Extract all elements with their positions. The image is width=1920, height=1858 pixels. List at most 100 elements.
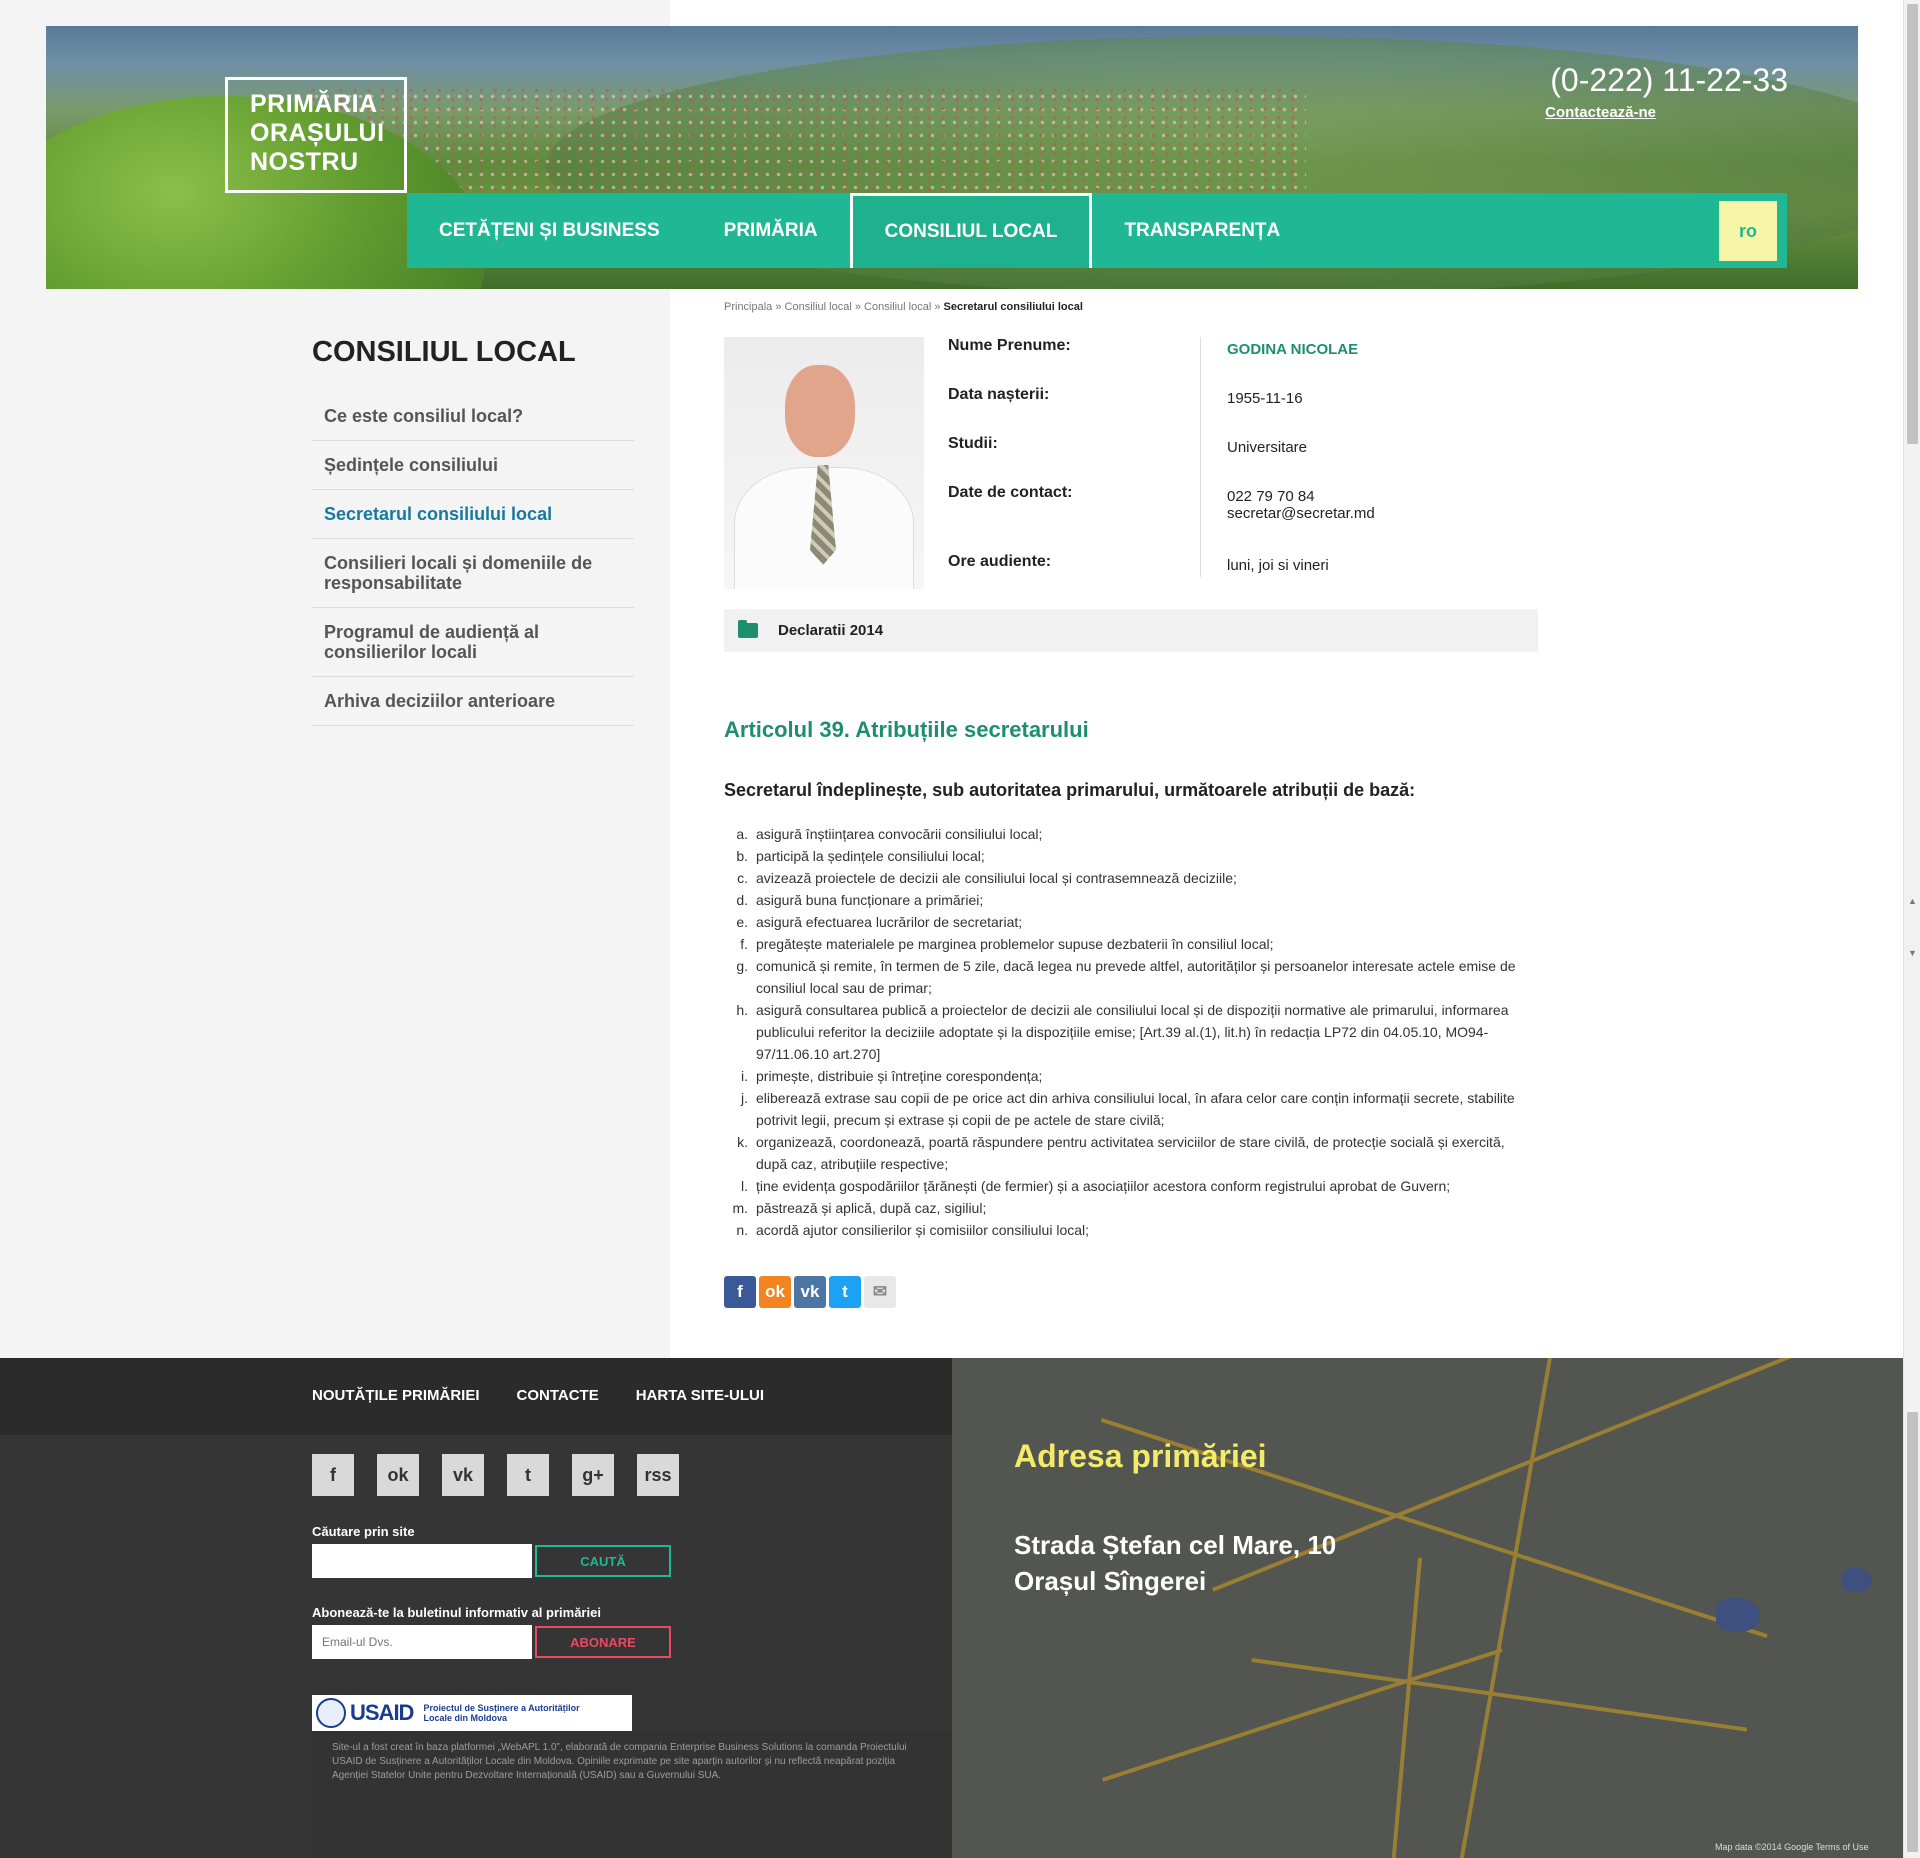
- map-title: Adresa primăriei: [1014, 1438, 1267, 1474]
- duty-text: asigură consultarea publică a proiectelo…: [756, 1002, 1509, 1062]
- scrollbar-thumb-lower[interactable]: [1907, 1412, 1918, 1852]
- nav-item-local-council[interactable]: CONSILIUL LOCAL: [849, 193, 1093, 268]
- vk-icon[interactable]: vk: [794, 1276, 826, 1308]
- nav-item-townhall[interactable]: PRIMĂRIA: [692, 193, 850, 268]
- duty-item: e. asigură efectuarea lucrărilor de secre…: [724, 911, 1524, 933]
- address-city: Orașul Sîngerei: [1014, 1566, 1207, 1596]
- usaid-seal-icon: [316, 1698, 346, 1728]
- vk-icon[interactable]: vk: [442, 1454, 484, 1496]
- header-phone: (0-222) 11-22-33: [1550, 62, 1788, 98]
- twitter-icon[interactable]: t: [507, 1454, 549, 1496]
- header-banner: PRIMĂRIA ORAȘULUI NOSTRU (0-222) 11-22-3…: [46, 26, 1858, 289]
- duty-letter: b.: [736, 848, 748, 864]
- duty-text: organizează, coordonează, poartă răspund…: [756, 1134, 1505, 1172]
- duty-letter: j.: [741, 1090, 748, 1106]
- map-overlay: [952, 1358, 1903, 1858]
- duty-text: participă la ședințele consiliului local…: [756, 848, 985, 864]
- duty-text: asigură efectuarea lucrărilor de secreta…: [756, 914, 1023, 930]
- value-hours: luni, joi si vineri: [1227, 557, 1329, 574]
- article-intro: Secretarul îndeplinește, sub autoritatea…: [724, 780, 1416, 800]
- duty-item: c. avizează proiectele de decizii ale con…: [724, 867, 1524, 889]
- duty-letter: g.: [736, 958, 748, 974]
- footer-disclaimer: Site-ul a fost creat în baza platformei …: [312, 1731, 952, 1858]
- rss-icon[interactable]: rss: [637, 1454, 679, 1496]
- usaid-brand: USAID: [350, 1700, 414, 1725]
- scrollbar-thumb[interactable]: [1907, 4, 1918, 444]
- share-buttons: f ok vk t ✉: [724, 1276, 896, 1308]
- label-contact: Date de contact:: [948, 484, 1073, 501]
- nav-item-transparency[interactable]: TRANSPARENȚA: [1092, 193, 1312, 268]
- duty-text: asigură buna funcționare a primăriei;: [756, 892, 984, 908]
- duty-text: asigură înștiințarea convocării consiliu…: [756, 826, 1043, 842]
- label-hours: Ore audiente:: [948, 553, 1052, 570]
- breadcrumb-link[interactable]: Principala: [724, 301, 772, 313]
- scroll-down-icon[interactable]: ▼: [1908, 948, 1917, 958]
- duty-text: păstrează și aplică, după caz, sigiliul;: [756, 1200, 987, 1216]
- footer-link-contacts[interactable]: CONTACTE: [517, 1387, 599, 1404]
- facebook-icon[interactable]: f: [724, 1276, 756, 1308]
- duty-letter: i.: [741, 1068, 748, 1084]
- breadcrumb-link[interactable]: Consiliul local: [785, 301, 852, 313]
- breadcrumb-link[interactable]: Consiliul local: [864, 301, 931, 313]
- subscribe-label: Abonează-te la buletinul informativ al p…: [312, 1605, 601, 1620]
- sidebar-item-audience-program[interactable]: Programul de audiență al consilierilor l…: [312, 608, 634, 677]
- scroll-up-icon[interactable]: ▲: [1908, 896, 1917, 906]
- twitter-icon[interactable]: t: [829, 1276, 861, 1308]
- value-contact: 022 79 70 84 secretar@secretar.md: [1227, 484, 1560, 553]
- language-switch[interactable]: ro: [1719, 201, 1777, 261]
- sidebar-item-council-meetings[interactable]: Ședințele consiliului: [312, 441, 634, 490]
- subscribe-button[interactable]: ABONARE: [535, 1626, 671, 1658]
- profile-labels: Nume Prenume: Data nașterii: Studii: Dat…: [948, 337, 1198, 602]
- duty-text: avizează proiectele de decizii ale consi…: [756, 870, 1237, 886]
- logo-line: ORAȘULUI: [250, 119, 385, 147]
- sidebar-item-what-is-council[interactable]: Ce este consiliul local?: [312, 392, 634, 441]
- logo-line: NOSTRU: [250, 148, 359, 176]
- sidebar-item-decisions-archive[interactable]: Arhiva deciziilor anterioare: [312, 677, 634, 726]
- duty-item: b. participă la ședințele consiliului loc…: [724, 845, 1524, 867]
- duty-item: n. acordă ajutor consilierilor și comisii…: [724, 1219, 1524, 1241]
- odnoklassniki-icon[interactable]: ok: [759, 1276, 791, 1308]
- declaration-folder[interactable]: Declaratii 2014: [724, 609, 1538, 652]
- value-birth: 1955-11-16: [1227, 390, 1303, 407]
- page-scrollbar[interactable]: ▲ ▼: [1903, 0, 1920, 1858]
- sidebar-item-councillors[interactable]: Consilieri locali și domeniile de respon…: [312, 539, 634, 608]
- value-email[interactable]: secretar@secretar.md: [1227, 505, 1560, 522]
- odnoklassniki-icon[interactable]: ok: [377, 1454, 419, 1496]
- search-label: Căutare prin site: [312, 1524, 415, 1539]
- map-address: Strada Ștefan cel Mare, 10 Orașul Sînger…: [1014, 1527, 1336, 1599]
- sidebar-title: CONSILIUL LOCAL: [312, 336, 576, 368]
- duty-letter: f.: [740, 936, 748, 952]
- usaid-logo[interactable]: USAID Proiectul de Susținere a Autorităț…: [312, 1695, 632, 1731]
- main-nav: CETĂȚENI ȘI BUSINESS PRIMĂRIA CONSILIUL …: [407, 193, 1787, 268]
- logo-line: PRIMĂRIA: [250, 90, 378, 118]
- label-studies: Studii:: [948, 435, 998, 452]
- value-phone: 022 79 70 84: [1227, 488, 1315, 505]
- contact-link[interactable]: Contactează-ne: [1545, 104, 1656, 121]
- email-field[interactable]: [312, 1625, 532, 1659]
- duty-text: eliberează extrase sau copii de pe orice…: [756, 1090, 1515, 1128]
- duties-list: a. asigură înștiințarea convocării consil…: [724, 823, 1524, 1241]
- duty-item: i. primește, distribuie și întreține core…: [724, 1065, 1524, 1087]
- footer-link-sitemap[interactable]: HARTA SITE-ULUI: [636, 1387, 764, 1404]
- value-studies: Universitare: [1227, 439, 1308, 456]
- folder-icon: [738, 620, 758, 638]
- search-button[interactable]: CAUTĂ: [535, 1545, 671, 1577]
- site-logo[interactable]: PRIMĂRIA ORAȘULUI NOSTRU: [225, 77, 407, 193]
- search-input[interactable]: [312, 1544, 532, 1578]
- footer-link-news[interactable]: NOUTĂȚILE PRIMĂRIEI: [312, 1387, 480, 1404]
- duty-letter: m.: [732, 1200, 748, 1216]
- email-icon[interactable]: ✉: [864, 1276, 896, 1308]
- declaration-label: Declaratii 2014: [778, 622, 884, 639]
- sidebar-menu: Ce este consiliul local? Ședințele consi…: [312, 392, 634, 726]
- sidebar-item-secretary[interactable]: Secretarul consiliului local: [312, 490, 634, 539]
- duty-letter: k.: [737, 1134, 748, 1150]
- duty-letter: n.: [736, 1222, 748, 1238]
- duty-text: primește, distribuie și întreține coresp…: [756, 1068, 1043, 1084]
- duty-text: acordă ajutor consilierilor și comisiilo…: [756, 1222, 1090, 1238]
- google-plus-icon[interactable]: g+: [572, 1454, 614, 1496]
- nav-item-citizens[interactable]: CETĂȚENI ȘI BUSINESS: [407, 193, 692, 268]
- duty-text: ține evidența gospodăriilor țărănești (d…: [756, 1178, 1451, 1194]
- facebook-icon[interactable]: f: [312, 1454, 354, 1496]
- duty-text: comunică și remite, în termen de 5 zile,…: [756, 958, 1516, 996]
- duty-item: l. ține evidența gospodăriilor țărănești …: [724, 1175, 1524, 1197]
